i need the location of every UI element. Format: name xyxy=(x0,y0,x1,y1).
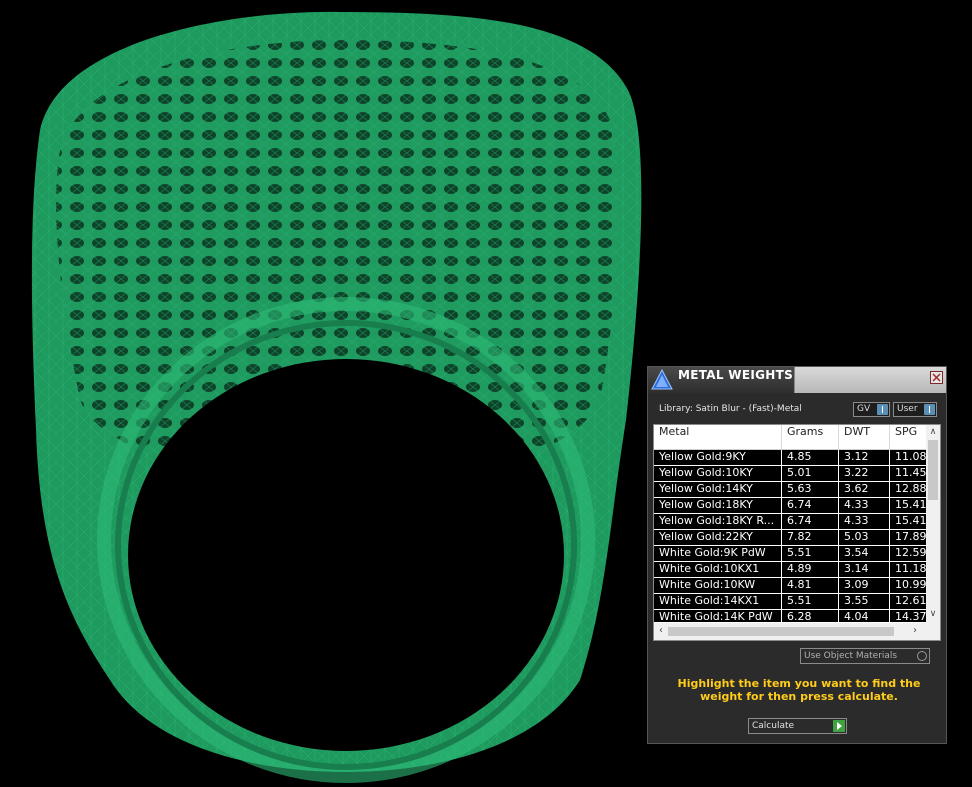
table-row[interactable]: White Gold:14KX1 5.51 3.55 12.61 xyxy=(654,594,926,610)
table-body: Yellow Gold:9KY 4.85 3.12 11.08 Yellow Gold:… xyxy=(654,450,926,622)
radio-toggle-icon[interactable] xyxy=(917,651,927,661)
cell-metal: White Gold:10KW xyxy=(654,578,782,593)
panel-titlebar[interactable]: METAL WEIGHTS xyxy=(648,367,946,393)
cell-metal: White Gold:14KX1 xyxy=(654,594,782,609)
cell-metal: Yellow Gold:14KY xyxy=(654,482,782,497)
cell-spg: 12.88 xyxy=(895,482,926,495)
cell-spg: 11.18 xyxy=(895,562,926,575)
cell-metal: Yellow Gold:18KY xyxy=(654,498,782,513)
column-header-grams[interactable]: Grams xyxy=(782,425,839,449)
title-tab: METAL WEIGHTS xyxy=(648,367,795,393)
cell-grams: 5.01 xyxy=(782,466,839,481)
scroll-right-icon[interactable]: › xyxy=(910,626,920,636)
close-button[interactable] xyxy=(930,371,943,384)
cell-dwt: 3.62 xyxy=(839,482,890,497)
cell-grams: 4.85 xyxy=(782,450,839,465)
gv-select-value: GV xyxy=(857,404,871,414)
cell-metal: Yellow Gold:10KY xyxy=(654,466,782,481)
cell-grams: 4.89 xyxy=(782,562,839,577)
cell-dwt: 3.22 xyxy=(839,466,890,481)
cell-dwt: 4.33 xyxy=(839,498,890,513)
column-header-spg[interactable]: SPG xyxy=(890,425,926,449)
cell-spg: 11.45 xyxy=(895,466,926,479)
instruction-text: Highlight the item you want to find the … xyxy=(677,677,921,703)
cell-grams: 5.51 xyxy=(782,594,839,609)
panel-title: METAL WEIGHTS xyxy=(678,368,794,382)
library-label: Library: Satin Blur - (Fast)-Metal xyxy=(659,404,802,414)
cell-dwt: 4.33 xyxy=(839,514,890,529)
app-logo-icon xyxy=(651,368,673,390)
table-row[interactable]: White Gold:14K PdW 6.28 4.04 14.37 xyxy=(654,610,926,622)
calculate-button[interactable]: Calculate xyxy=(748,718,847,734)
ring-mesh xyxy=(31,11,642,783)
horizontal-scroll-thumb[interactable] xyxy=(668,627,894,636)
cell-grams: 5.63 xyxy=(782,482,839,497)
cell-spg: 17.89 xyxy=(895,530,926,543)
cell-dwt: 4.04 xyxy=(839,610,890,622)
cell-metal: Yellow Gold:18KY R... xyxy=(654,514,782,529)
cell-grams: 4.81 xyxy=(782,578,839,593)
cell-spg: 10.99 xyxy=(895,578,926,591)
table-row[interactable]: Yellow Gold:9KY 4.85 3.12 11.08 xyxy=(654,450,926,466)
table-row[interactable]: Yellow Gold:22KY 7.82 5.03 17.89 xyxy=(654,530,926,546)
scroll-left-icon[interactable]: ‹ xyxy=(656,626,666,636)
cell-spg: 14.37 xyxy=(895,610,926,622)
table-row[interactable]: Yellow Gold:10KY 5.01 3.22 11.45 xyxy=(654,466,926,482)
table-row[interactable]: Yellow Gold:18KY R... 6.74 4.33 15.41 xyxy=(654,514,926,530)
cell-metal: Yellow Gold:22KY xyxy=(654,530,782,545)
play-arrow-icon xyxy=(833,720,845,732)
column-header-metal[interactable]: Metal xyxy=(654,425,782,449)
column-header-dwt[interactable]: DWT xyxy=(839,425,890,449)
cell-dwt: 5.03 xyxy=(839,530,890,545)
calculate-label: Calculate xyxy=(752,721,795,731)
metal-weights-panel: METAL WEIGHTS Library: Satin Blur - (Fas… xyxy=(647,366,947,744)
table-row[interactable]: White Gold:10KX1 4.89 3.14 11.18 xyxy=(654,562,926,578)
cell-spg: 12.61 xyxy=(895,594,926,607)
cell-dwt: 3.14 xyxy=(839,562,890,577)
scroll-down-icon[interactable]: ∨ xyxy=(928,609,938,619)
cell-grams: 6.74 xyxy=(782,498,839,513)
cell-metal: White Gold:14K PdW xyxy=(654,610,782,622)
cell-dwt: 3.54 xyxy=(839,546,890,561)
cell-metal: White Gold:9K PdW xyxy=(654,546,782,561)
cell-metal: Yellow Gold:9KY xyxy=(654,450,782,465)
cell-dwt: 3.55 xyxy=(839,594,890,609)
info-icon[interactable] xyxy=(877,404,888,415)
user-select[interactable]: User xyxy=(893,402,937,417)
cell-dwt: 3.12 xyxy=(839,450,890,465)
close-icon xyxy=(932,373,941,382)
info-icon[interactable] xyxy=(924,404,935,415)
table-row[interactable]: Yellow Gold:18KY 6.74 4.33 15.41 xyxy=(654,498,926,514)
metal-table[interactable]: Metal Grams DWT SPG Yellow Gold:9KY 4.85 3… xyxy=(653,424,941,641)
use-object-materials-label: Use Object Materials xyxy=(804,651,898,661)
horizontal-scrollbar[interactable]: ‹ › xyxy=(654,623,940,640)
cell-grams: 7.82 xyxy=(782,530,839,545)
vertical-scroll-thumb[interactable] xyxy=(928,440,938,500)
vertical-scrollbar[interactable]: ∧ ∨ xyxy=(926,425,940,623)
gv-select[interactable]: GV xyxy=(853,402,890,417)
table-row[interactable]: White Gold:10KW 4.81 3.09 10.99 xyxy=(654,578,926,594)
cell-grams: 6.74 xyxy=(782,514,839,529)
cell-spg: 12.59 xyxy=(895,546,926,559)
scroll-up-icon[interactable]: ∧ xyxy=(928,427,938,437)
table-row[interactable]: White Gold:9K PdW 5.51 3.54 12.59 xyxy=(654,546,926,562)
cell-dwt: 3.09 xyxy=(839,578,890,593)
cell-grams: 6.28 xyxy=(782,610,839,622)
table-row[interactable]: Yellow Gold:14KY 5.63 3.62 12.88 xyxy=(654,482,926,498)
cell-metal: White Gold:10KX1 xyxy=(654,562,782,577)
cell-grams: 5.51 xyxy=(782,546,839,561)
cell-spg: 15.41 xyxy=(895,498,926,511)
use-object-materials-toggle[interactable]: Use Object Materials xyxy=(800,648,930,664)
user-select-value: User xyxy=(897,404,918,414)
cell-spg: 11.08 xyxy=(895,450,926,463)
table-header: Metal Grams DWT SPG xyxy=(654,425,926,450)
cell-spg: 15.41 xyxy=(895,514,926,527)
